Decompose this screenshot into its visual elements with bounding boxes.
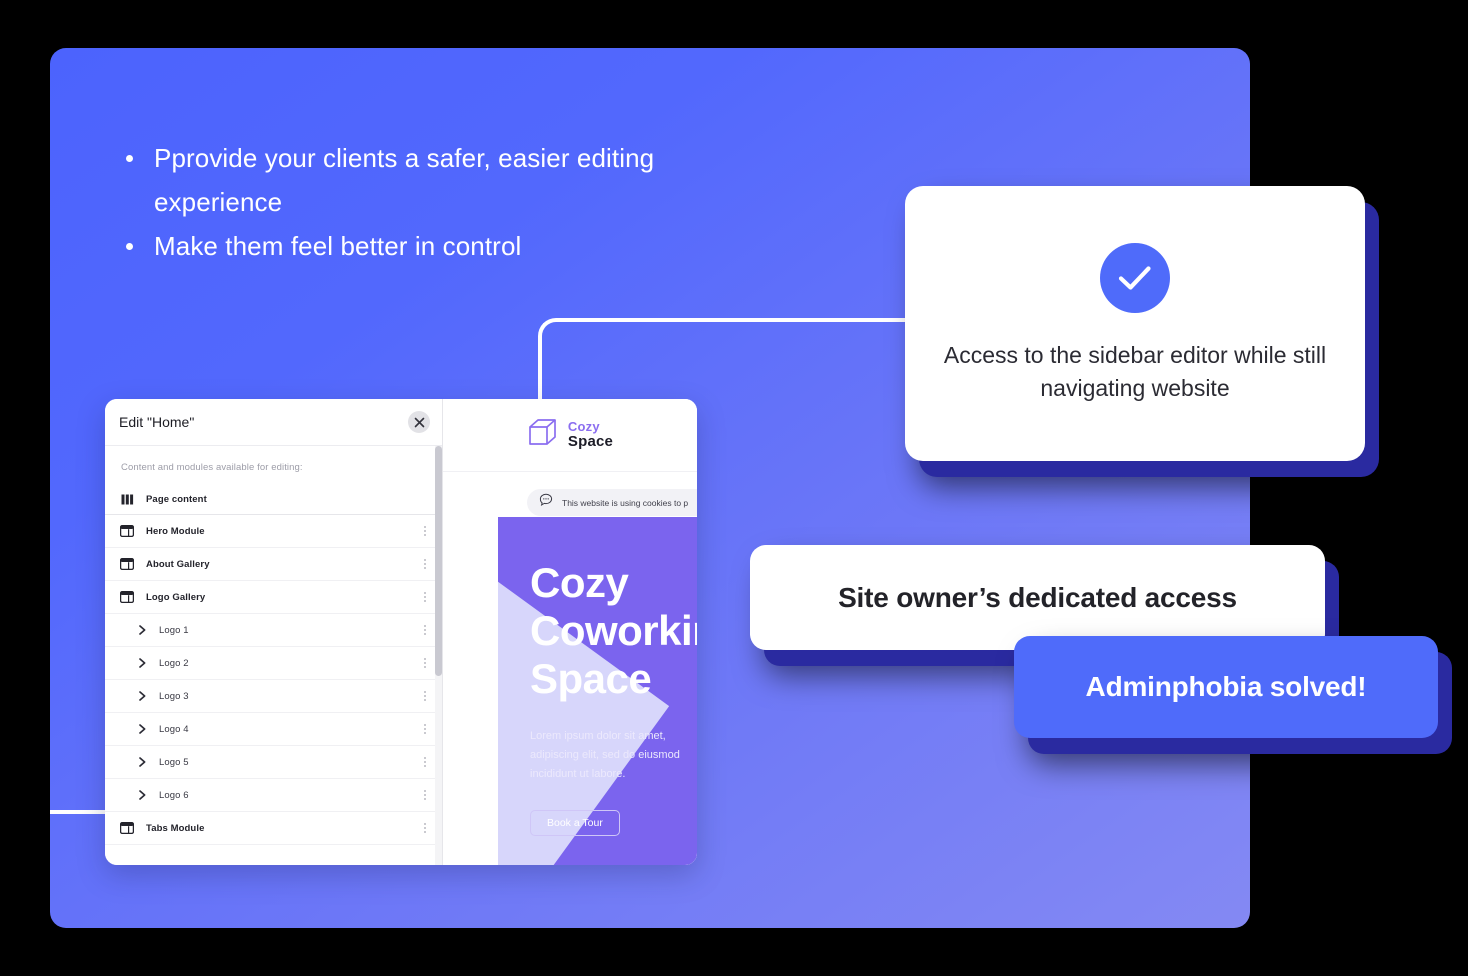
callout-card-text: Adminphobia solved! [1085, 671, 1367, 702]
brand-secondary: Space [567, 432, 614, 450]
module-icon [119, 556, 135, 572]
module-icon [119, 589, 135, 605]
module-icon [119, 820, 135, 836]
chevron-right-icon [137, 721, 147, 737]
cookie-banner[interactable]: This website is using cookies to p [527, 489, 697, 516]
site-logo[interactable]: Cozy Space [527, 418, 613, 453]
checkmark-icon [1100, 242, 1170, 313]
module-icon [119, 523, 135, 539]
sidebar-title: Edit "Home" [119, 414, 195, 430]
hero-title-line: Space [530, 655, 652, 702]
module-row[interactable]: Tabs Module [105, 812, 442, 845]
row-label: Logo 3 [159, 690, 189, 702]
site-header: Cozy Space [443, 399, 697, 472]
module-row[interactable]: Logo Gallery [105, 581, 442, 614]
bullet-list: Pprovide your clients a safer, easier ed… [112, 136, 732, 268]
module-child-row[interactable]: Logo 6 [105, 779, 442, 812]
columns-icon [119, 492, 135, 508]
hero-body-line: incididunt ut labore. [530, 768, 626, 780]
sidebar-subtitle: Content and modules available for editin… [121, 462, 303, 473]
row-overflow-menu-icon[interactable] [424, 658, 426, 668]
module-row[interactable]: About Gallery [105, 548, 442, 581]
callout-card-adminphobia: Adminphobia solved! [1014, 636, 1438, 738]
callout-card-text: Access to the sidebar editor while still… [943, 341, 1327, 401]
row-label: Logo 4 [159, 723, 189, 735]
row-overflow-menu-icon[interactable] [424, 757, 426, 767]
cookie-text: This website is using cookies to p [562, 497, 689, 508]
row-overflow-menu-icon[interactable] [424, 823, 426, 833]
chat-bubble-icon [539, 493, 553, 512]
editor-window: Edit "Home" Content and modules availabl… [105, 399, 697, 865]
module-row[interactable]: Hero Module [105, 515, 442, 548]
chevron-right-icon [137, 688, 147, 704]
row-label: Page content [146, 494, 207, 505]
hero-title-line: Coworking [530, 607, 697, 654]
callout-card-text: Site owner’s dedicated access [838, 581, 1237, 613]
row-overflow-menu-icon[interactable] [424, 559, 426, 569]
chevron-right-icon [137, 622, 147, 638]
sidebar-header: Edit "Home" [105, 399, 442, 446]
row-overflow-menu-icon[interactable] [424, 691, 426, 701]
connector-line-left [50, 810, 112, 814]
hero-title-line: Cozy [530, 559, 629, 606]
module-child-row[interactable]: Logo 4 [105, 713, 442, 746]
hero-panel: Pprovide your clients a safer, easier ed… [50, 48, 1250, 928]
module-child-row[interactable]: Logo 2 [105, 647, 442, 680]
brand-text: Cozy Space [568, 420, 613, 449]
row-label: Logo 1 [159, 624, 189, 636]
book-a-tour-button[interactable]: Book a Tour [530, 810, 620, 836]
preview-hero-block: Cozy Coworking Space Lorem ipsum dolor s… [498, 517, 697, 865]
website-preview: Cozy Space This website is using cookies… [443, 399, 697, 865]
bullet-item: Pprovide your clients a safer, easier ed… [112, 136, 732, 224]
row-label: Logo 5 [159, 756, 189, 768]
row-label: About Gallery [146, 558, 210, 570]
cube-icon [527, 418, 559, 453]
row-overflow-menu-icon[interactable] [424, 625, 426, 635]
row-label: Tabs Module [146, 822, 205, 834]
callout-card-sidebar-access: Access to the sidebar editor while still… [905, 186, 1365, 461]
sidebar-scrollbar-thumb[interactable] [435, 446, 442, 676]
row-page-content[interactable]: Page content [105, 485, 442, 515]
row-overflow-menu-icon[interactable] [424, 592, 426, 602]
row-label: Hero Module [146, 525, 205, 537]
row-label: Logo 2 [159, 657, 189, 669]
callout-card-owner-access: Site owner’s dedicated access [750, 545, 1325, 650]
chevron-right-icon [137, 754, 147, 770]
hero-body-line: adipiscing elit, sed do eiusmod [530, 749, 680, 761]
module-child-row[interactable]: Logo 1 [105, 614, 442, 647]
row-overflow-menu-icon[interactable] [424, 526, 426, 536]
bullet-list-items: Pprovide your clients a safer, easier ed… [112, 136, 732, 268]
sidebar-editor-panel: Edit "Home" Content and modules availabl… [105, 399, 443, 865]
screenshot-stage: Pprovide your clients a safer, easier ed… [0, 0, 1468, 976]
module-child-row[interactable]: Logo 5 [105, 746, 442, 779]
brand-primary: Cozy [567, 419, 600, 435]
chevron-right-icon [137, 787, 147, 803]
hero-body-line: Lorem ipsum dolor sit amet, [530, 730, 666, 742]
bullet-item: Make them feel better in control [112, 224, 732, 268]
close-icon[interactable] [408, 411, 430, 433]
row-overflow-menu-icon[interactable] [424, 790, 426, 800]
row-label: Logo Gallery [146, 591, 206, 603]
chevron-right-icon [137, 655, 147, 671]
row-overflow-menu-icon[interactable] [424, 724, 426, 734]
module-child-row[interactable]: Logo 3 [105, 680, 442, 713]
module-list: Hero Module About Gallery Logo Gallery Logo… [105, 515, 442, 845]
preview-hero-title: Cozy Coworking Space [530, 559, 697, 703]
preview-hero-body: Lorem ipsum dolor sit amet, adipiscing e… [530, 727, 697, 784]
row-label: Logo 6 [159, 789, 189, 801]
